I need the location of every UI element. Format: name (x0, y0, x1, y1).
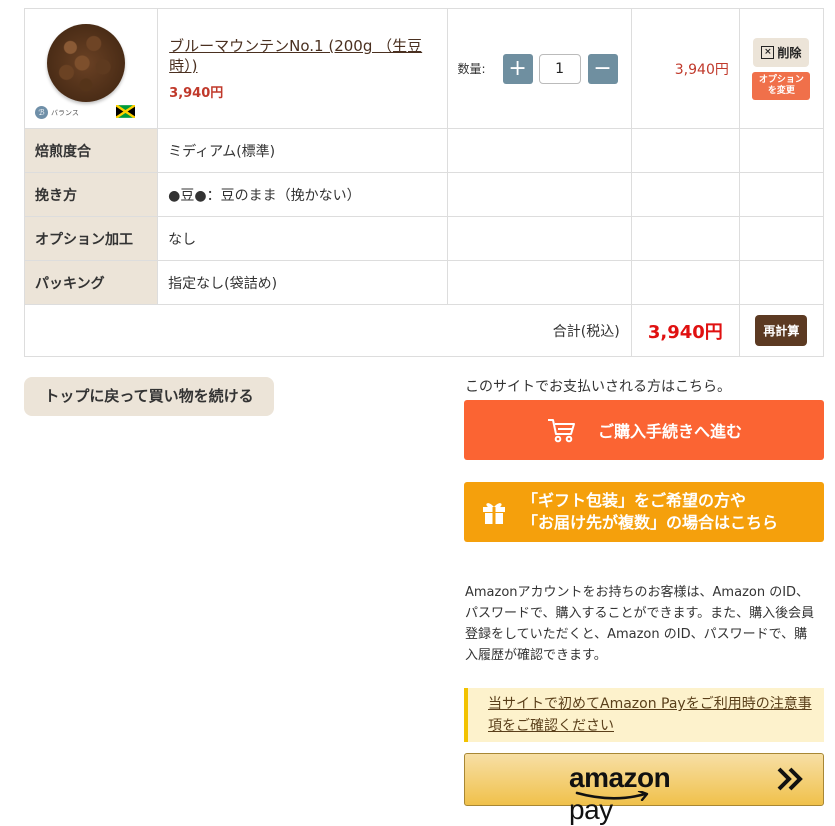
balance-label: バランス (51, 108, 79, 117)
option-value: ミディアム(標準) (157, 128, 448, 173)
option-label: 挽き方 (23, 172, 159, 217)
amazon-notice-box: 当サイトで初めてAmazon Payをご利用時の注意事項をご確認ください (464, 688, 824, 742)
recalculate-button[interactable]: 再計算 (755, 315, 808, 346)
cart-icon (547, 419, 575, 443)
amazon-pay-logo: amazon pay (569, 760, 719, 825)
taste-badge: ℬ バランス (35, 106, 79, 119)
product-thumbnail[interactable]: ℬ バランス (25, 9, 158, 128)
total-label: 合計(税込) (24, 304, 632, 357)
checkout-button[interactable]: ご購入手続きへ進む (464, 400, 824, 460)
option-value: 指定なし(袋詰め) (157, 260, 448, 305)
total-amount: 3,940円 (630, 304, 740, 357)
delete-button[interactable]: × 削除 (753, 37, 810, 67)
quantity-label: 数量: (457, 62, 486, 76)
coffee-beans-image (47, 24, 125, 102)
product-info-cell: ブルーマウンテンNo.1 (200g （生豆時）) 3,940円 (157, 8, 448, 129)
cart-table: ℬ バランス ブルーマウンテンNo.1 (200g （生豆時）) 3,940円 … (23, 8, 825, 357)
gift-icon (483, 503, 505, 524)
recalc-cell: 再計算 (738, 304, 825, 357)
amazon-info-text: Amazonアカウントをお持ちのお客様は、Amazon のID、パスワードで、購… (465, 585, 815, 663)
gift-line-1: 「ギフト包装」をご希望の方や (522, 491, 747, 510)
option-label: パッキング (23, 260, 159, 305)
change-option-button[interactable]: オプション を変更 (752, 71, 811, 100)
quantity-increase-button[interactable]: + (502, 53, 533, 84)
option-value: ●豆●：豆のまま（挽かない） (157, 172, 448, 217)
option-value: なし (157, 216, 448, 261)
gift-multiple-address-button[interactable]: 「ギフト包装」をご希望の方や 「お届け先が複数」の場合はこちら (464, 482, 824, 542)
amazon-smile-icon (575, 790, 649, 801)
product-unit-price: 3,940円 (169, 86, 224, 101)
quantity-input[interactable]: 1 (538, 53, 581, 84)
option-row-processing: オプション加工 なし (23, 216, 825, 261)
quantity-cell: 数量: + 1 − (446, 8, 632, 129)
payment-note: このサイトでお支払いされる方はこちら。 (465, 379, 731, 395)
continue-shopping-button[interactable]: トップに戻って買い物を続ける (24, 377, 274, 416)
quantity-decrease-button[interactable]: − (587, 53, 618, 84)
quantity-stepper: 数量: + 1 − (448, 53, 631, 84)
cart-item-row: ℬ バランス ブルーマウンテンNo.1 (200g （生豆時）) 3,940円 … (23, 8, 825, 129)
gift-line-2: 「お届け先が複数」の場合はこちら (522, 513, 779, 532)
option-label: オプション加工 (23, 216, 159, 261)
product-image-cell: ℬ バランス (23, 8, 159, 129)
product-name-link[interactable]: ブルーマウンテンNo.1 (200g （生豆時）) (169, 36, 437, 76)
option-row-packing: パッキング 指定なし(袋詰め) (23, 260, 825, 305)
close-icon: × (761, 45, 775, 59)
item-actions-cell: × 削除 オプション を変更 (738, 8, 825, 129)
amazon-word: amazon (569, 761, 671, 793)
total-row: 合計(税込) 3,940円 再計算 (24, 304, 825, 357)
jamaica-flag-icon (116, 105, 135, 118)
option-row-grind: 挽き方 ●豆●：豆のまま（挽かない） (23, 172, 825, 217)
balance-icon: ℬ (35, 106, 48, 119)
delete-label: 削除 (777, 45, 802, 60)
amazon-notice-link[interactable]: 当サイトで初めてAmazon Payをご利用時の注意事項をご確認ください (488, 696, 812, 734)
checkout-label: ご購入手続きへ進む (597, 422, 742, 441)
amazon-pay-button[interactable]: amazon pay (464, 753, 824, 825)
double-chevron-right-icon (777, 767, 803, 791)
line-total: 3,940円 (630, 8, 740, 129)
option-row-roast: 焙煎度合 ミディアム(標準) (23, 128, 825, 173)
option-label: 焙煎度合 (23, 128, 159, 173)
